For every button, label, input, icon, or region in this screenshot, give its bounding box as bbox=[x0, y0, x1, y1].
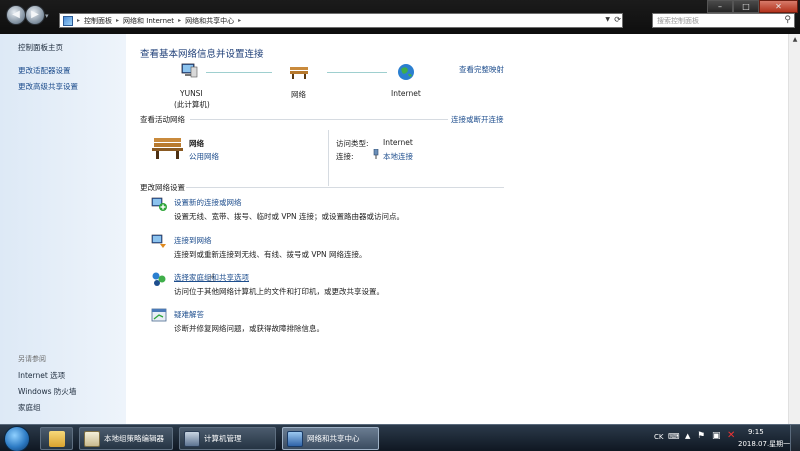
map-network-label: 网络 bbox=[291, 90, 306, 99]
folder-icon bbox=[49, 430, 65, 447]
ethernet-icon bbox=[373, 148, 379, 159]
chevron-right-icon[interactable]: ▸ bbox=[176, 17, 183, 24]
sidebar-home-link[interactable]: 控制面板主页 bbox=[18, 42, 63, 53]
volume-muted-icon[interactable]: ✕ bbox=[727, 430, 735, 441]
active-network-name: 网络 bbox=[189, 139, 204, 148]
see-full-map-link[interactable]: 查看完整映射 bbox=[459, 64, 504, 75]
breadcrumb-network-internet[interactable]: 网络和 Internet bbox=[121, 16, 176, 26]
divider bbox=[328, 130, 329, 186]
active-networks-heading: 查看活动网络 bbox=[140, 115, 185, 124]
main-content: 查看基本网络信息并设置连接 查看完整映射 YUNSI (此计算机) 网络 Int… bbox=[126, 34, 800, 424]
network-icon bbox=[287, 430, 303, 447]
task-connect-to-network[interactable]: 连接到网络 bbox=[174, 235, 212, 246]
change-settings-heading: 更改网络设置 bbox=[140, 183, 185, 192]
search-input[interactable]: 搜索控制面板 ⚲ bbox=[652, 13, 795, 28]
close-button[interactable]: ✕ bbox=[759, 0, 798, 13]
computer-icon bbox=[180, 63, 198, 79]
recent-pages-dropdown-icon[interactable]: ▾ bbox=[45, 12, 49, 20]
taskbar-label: 本地组策略编辑器 bbox=[104, 434, 164, 443]
show-desktop-button[interactable] bbox=[790, 425, 800, 451]
breadcrumb-network-sharing-center[interactable]: 网络和共享中心 bbox=[183, 16, 236, 26]
keyboard-icon[interactable]: ⌨ bbox=[668, 432, 680, 441]
bench-icon bbox=[152, 133, 183, 160]
task-troubleshoot[interactable]: 疑难解答 bbox=[174, 309, 204, 320]
refresh-icon[interactable]: ⟳ bbox=[614, 15, 621, 24]
chevron-right-icon[interactable]: ▸ bbox=[114, 17, 121, 24]
breadcrumb-control-panel[interactable]: 控制面板 bbox=[82, 16, 114, 26]
address-dropdown-icon[interactable]: ▼ bbox=[605, 16, 610, 23]
task-setup-new-connection[interactable]: 设置新的连接或网络 bbox=[174, 197, 242, 208]
task-desc: 设置无线、宽带、拨号、临时或 VPN 连接；或设置路由器或访问点。 bbox=[174, 212, 405, 221]
see-also-homegroup[interactable]: 家庭组 bbox=[18, 402, 41, 413]
minimize-button[interactable]: – bbox=[707, 0, 733, 13]
hand-cursor-icon: ☝ bbox=[208, 271, 216, 285]
taskbar-computer-management[interactable]: 计算机管理 bbox=[179, 427, 276, 450]
map-computer-name: YUNSI bbox=[180, 89, 203, 98]
start-button[interactable] bbox=[4, 426, 30, 451]
document-icon bbox=[84, 430, 100, 447]
address-bar[interactable]: ▸ 控制面板 ▸ 网络和 Internet ▸ 网络和共享中心 ▸ ▼ ⟳ bbox=[59, 13, 623, 28]
taskbar-explorer[interactable] bbox=[40, 427, 73, 450]
bench-icon bbox=[289, 64, 309, 80]
chevron-right-icon[interactable]: ▸ bbox=[236, 17, 243, 24]
taskbar-group-policy-editor[interactable]: 本地组策略编辑器 bbox=[79, 427, 173, 450]
troubleshoot-icon bbox=[151, 308, 167, 324]
map-computer-note: (此计算机) bbox=[174, 100, 210, 109]
maximize-button[interactable]: □ bbox=[733, 0, 759, 13]
task-desc: 访问位于其他网络计算机上的文件和打印机，或更改共享设置。 bbox=[174, 287, 384, 296]
divider bbox=[186, 187, 504, 188]
connect-network-icon bbox=[151, 233, 167, 249]
task-desc: 连接到或重新连接到无线、有线、拨号或 VPN 网络连接。 bbox=[174, 250, 367, 259]
back-button[interactable]: ◀ bbox=[6, 5, 26, 25]
see-also-windows-firewall[interactable]: Windows 防火墙 bbox=[18, 386, 76, 397]
access-type-value: Internet bbox=[383, 138, 413, 147]
taskbar-network-sharing-center[interactable]: 网络和共享中心 bbox=[282, 427, 379, 450]
control-panel-icon bbox=[63, 15, 73, 26]
new-connection-icon bbox=[151, 196, 167, 212]
page-title: 查看基本网络信息并设置连接 bbox=[140, 49, 264, 60]
taskbar-label: 网络和共享中心 bbox=[307, 434, 360, 443]
computer-management-icon bbox=[184, 430, 200, 447]
search-placeholder: 搜索控制面板 bbox=[657, 17, 699, 25]
show-hidden-icons-icon[interactable]: ▲ bbox=[685, 432, 690, 440]
map-internet-label: Internet bbox=[391, 89, 421, 98]
sidebar-item-advanced-sharing[interactable]: 更改高级共享设置 bbox=[18, 81, 78, 92]
network-type-link[interactable]: 公用网络 bbox=[189, 151, 219, 162]
task-desc: 诊断并修复网络问题，或获得故障排除信息。 bbox=[174, 324, 324, 333]
clock-date[interactable]: 2018.07.星期一 bbox=[738, 439, 790, 449]
search-icon[interactable]: ⚲ bbox=[784, 15, 791, 25]
divider bbox=[190, 119, 448, 120]
left-pane: 控制面板主页 更改适配器设置 更改高级共享设置 另请参阅 Internet 选项… bbox=[0, 34, 126, 424]
map-connector bbox=[206, 72, 272, 73]
globe-icon bbox=[397, 63, 415, 81]
access-type-label: 访问类型: bbox=[336, 139, 369, 148]
connect-disconnect-link[interactable]: 连接或断开连接 bbox=[451, 114, 504, 125]
connection-label: 连接: bbox=[336, 152, 354, 161]
sidebar-item-adapter-settings[interactable]: 更改适配器设置 bbox=[18, 65, 71, 76]
title-bar: ◀ ▶ ▾ – □ ✕ ▸ 控制面板 ▸ 网络和 Internet ▸ 网络和共… bbox=[0, 0, 800, 34]
local-connection-link[interactable]: 本地连接 bbox=[383, 151, 413, 162]
action-center-flag-icon[interactable]: ⚑ bbox=[697, 431, 705, 441]
see-also-heading: 另请参阅 bbox=[18, 355, 46, 363]
scroll-up-icon[interactable]: ▲ bbox=[790, 36, 800, 46]
chevron-right-icon: ▸ bbox=[77, 17, 81, 24]
see-also-internet-options[interactable]: Internet 选项 bbox=[18, 370, 65, 381]
network-tray-icon[interactable]: ▣ bbox=[712, 431, 721, 441]
clock-time[interactable]: 9:15 bbox=[748, 428, 764, 436]
taskbar-label: 计算机管理 bbox=[204, 434, 242, 443]
homegroup-icon bbox=[151, 271, 167, 287]
vertical-scrollbar[interactable]: ▲ bbox=[788, 34, 800, 424]
forward-button[interactable]: ▶ bbox=[25, 5, 45, 25]
language-indicator[interactable]: CK bbox=[654, 433, 663, 441]
taskbar: 本地组策略编辑器 计算机管理 网络和共享中心 CK ⌨ ▲ ⚑ ▣ ✕ 9:15… bbox=[0, 424, 800, 451]
map-connector bbox=[327, 72, 387, 73]
